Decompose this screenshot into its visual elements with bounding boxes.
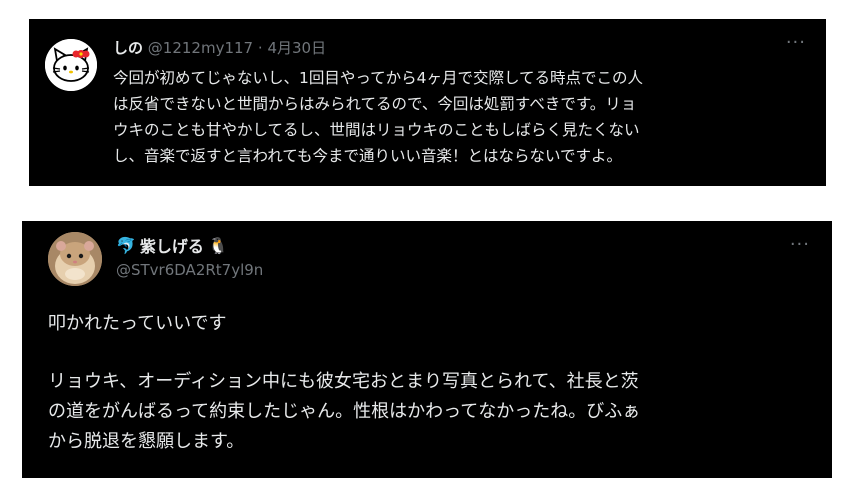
display-name[interactable]: しの	[113, 39, 143, 57]
more-options-icon[interactable]: ···	[790, 236, 810, 254]
tweet-text-line: 叩かれたっていいです	[48, 313, 227, 334]
tweet-text-line: から脱退を懇願します。	[48, 431, 245, 452]
tweet-text-line: の道をがんばるって約束したじゃん。性根はかわってなかったね。びふぁ	[48, 401, 641, 422]
tweet-text-line: し、音楽で返すと言われても今まで通りいい音楽！とはならないですよ。	[113, 147, 623, 165]
tweet-date[interactable]: 4月30日	[267, 39, 326, 57]
display-name[interactable]: 紫しげる	[140, 233, 204, 257]
tweet-text: 今回が初めてじゃないし、1回目やってから4ヶ月で交際してる時点でこの人 は反省で…	[113, 65, 813, 169]
tweet-text-line: ウキのことも甘やかしてるし、世間はリョウキのこともしばらく見たくない	[113, 121, 640, 139]
dolphin-emoji-icon: 🐬	[116, 235, 136, 255]
tweet-text-line: 今回が初めてじゃないし、1回目やってから4ヶ月で交際してる時点でこの人	[113, 69, 643, 87]
separator: ·	[257, 39, 263, 57]
tweet-text-line: リョウキ、オーディション中にも彼女宅おとまり写真とられて、社長と茨	[48, 371, 639, 392]
hello-kitty-avatar-icon	[45, 39, 97, 91]
tweet-card-2[interactable]: 🐬 紫しげる 🐧 @STvr6DA2Rt7yl9n ··· 叩かれたっていいです…	[22, 221, 832, 478]
hamster-avatar-icon	[48, 232, 102, 286]
avatar[interactable]	[45, 39, 97, 91]
tweet-text-line: は反省できないと世間からはみられてるので、今回は処罰すべきです。リョ	[113, 95, 637, 113]
tweet-text: 叩かれたっていいです リョウキ、オーディション中にも彼女宅おとまり写真とられて、…	[48, 309, 818, 457]
handle[interactable]: @1212my117	[148, 39, 253, 57]
penguin-emoji-icon: 🐧	[207, 235, 228, 255]
avatar[interactable]	[48, 232, 102, 286]
handle[interactable]: @STvr6DA2Rt7yl9n	[116, 261, 263, 279]
display-name-row[interactable]: 🐬 紫しげる 🐧	[116, 233, 228, 257]
more-options-icon[interactable]: ···	[786, 34, 806, 52]
tweet-card-1[interactable]: しの @1212my117 · 4月30日 ··· 今回が初めてじゃないし、1回…	[29, 19, 826, 186]
tweet-header: しの @1212my117 · 4月30日	[113, 37, 326, 58]
